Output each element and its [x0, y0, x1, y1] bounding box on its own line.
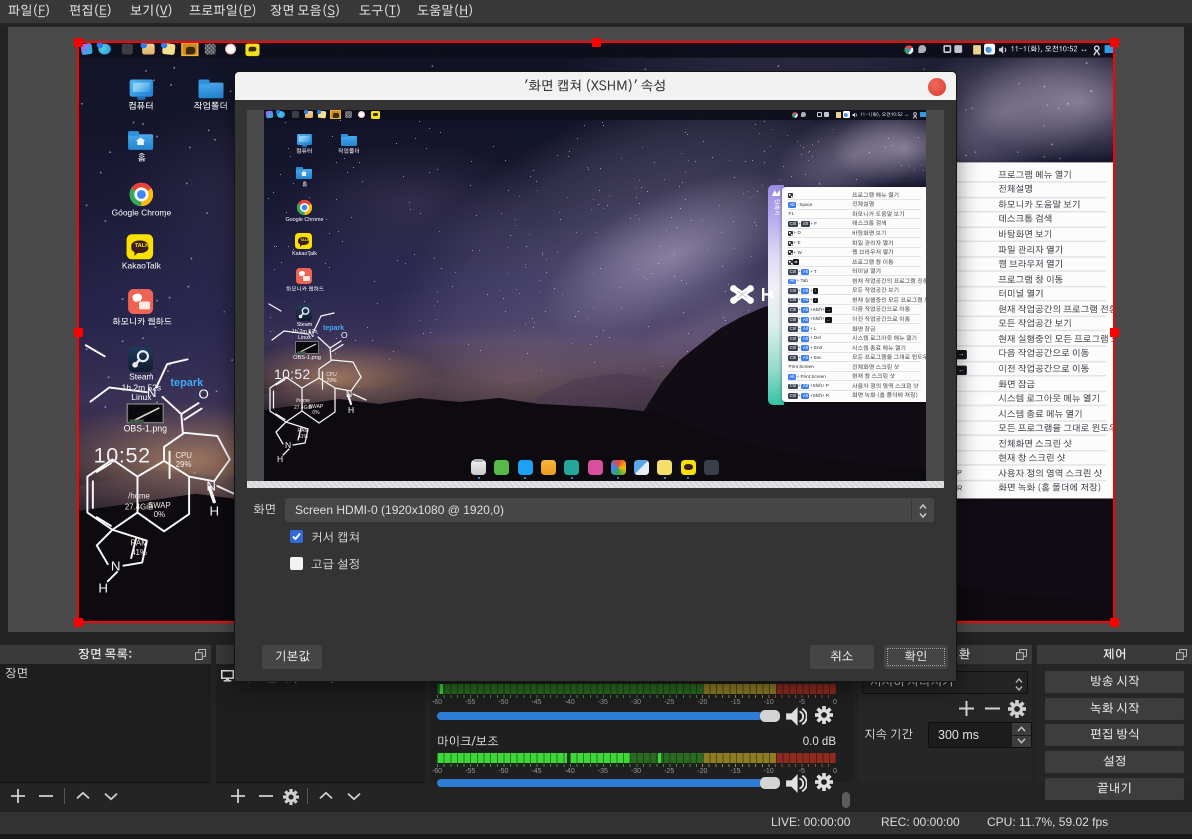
svg-text:N: N [346, 389, 352, 399]
svg-text:H: H [98, 580, 108, 595]
svg-text:H: H [277, 454, 283, 464]
svg-text:H: H [209, 504, 219, 519]
svg-text:N: N [111, 558, 121, 573]
svg-text:N: N [206, 479, 216, 494]
svg-text:N: N [285, 440, 291, 450]
svg-text:H: H [348, 405, 354, 415]
